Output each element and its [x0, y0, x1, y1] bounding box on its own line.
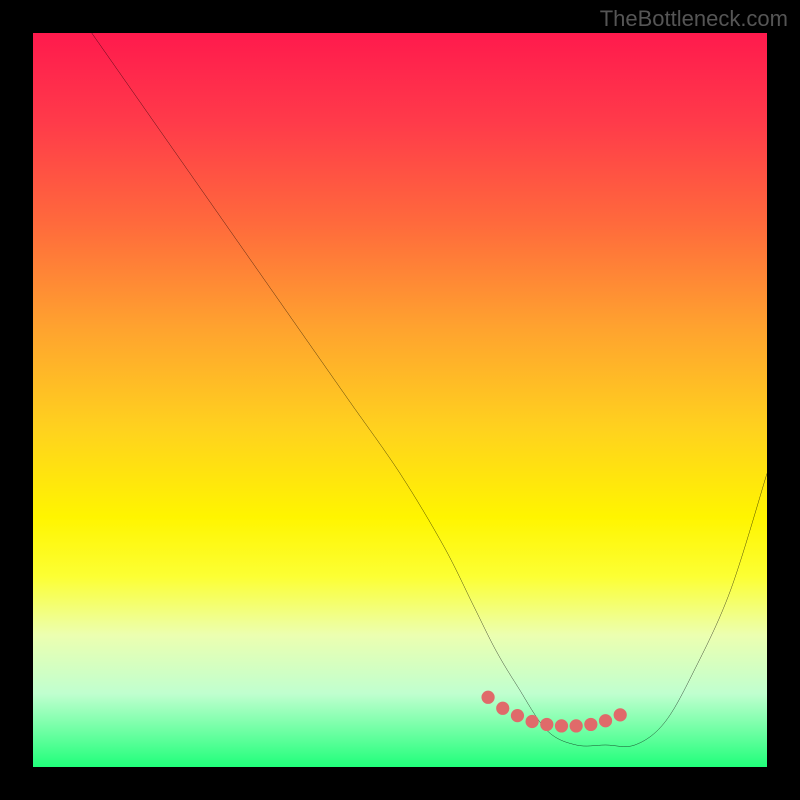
highlight-dot [584, 718, 597, 731]
highlight-dot [570, 719, 583, 732]
watermark-text: TheBottleneck.com [600, 6, 788, 32]
highlight-dot [496, 702, 509, 715]
highlight-dot [555, 719, 568, 732]
plot-area [33, 33, 767, 767]
bottleneck-curve [92, 33, 767, 747]
highlight-dot [614, 708, 627, 721]
highlight-dot [511, 709, 524, 722]
highlight-dot [540, 718, 553, 731]
chart-svg [33, 33, 767, 767]
highlight-dot [526, 715, 539, 728]
highlight-dot [599, 714, 612, 727]
highlight-dot [481, 691, 494, 704]
highlight-marker-group [481, 691, 626, 733]
